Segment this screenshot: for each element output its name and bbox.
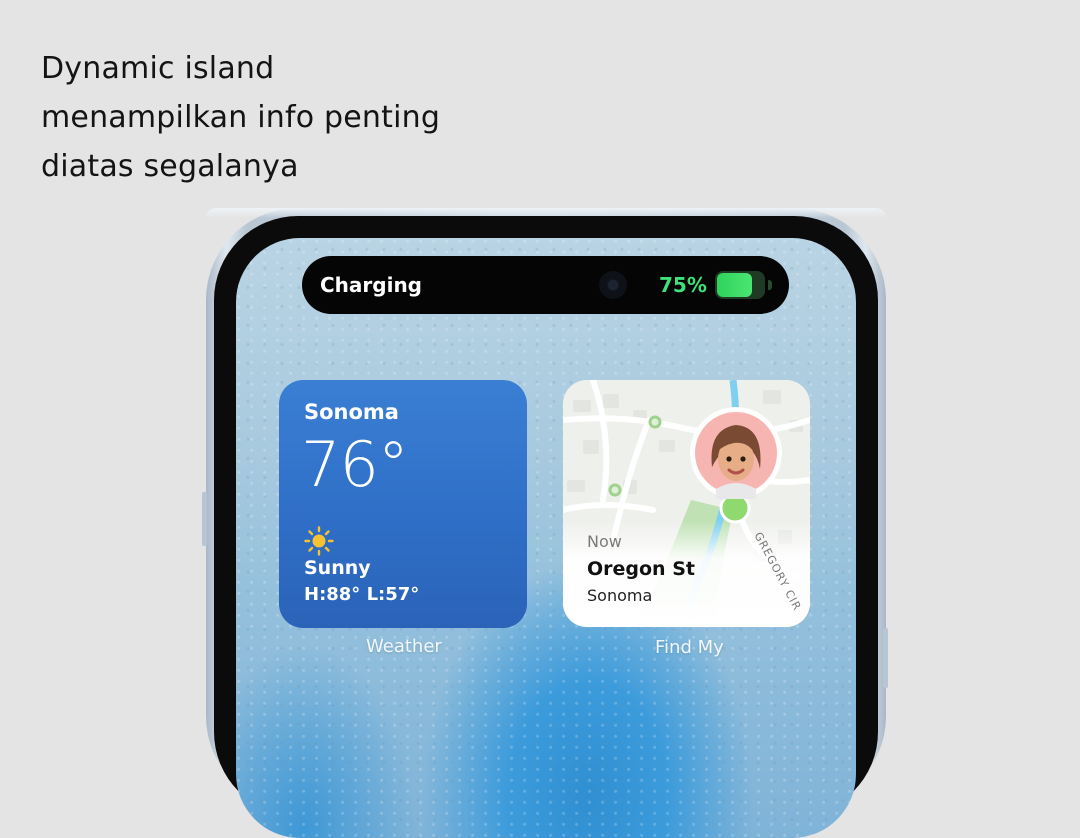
dynamic-island[interactable]: Charging 75% — [302, 256, 789, 314]
location-street: Oregon St — [587, 558, 695, 580]
caption-line-1: Dynamic island — [41, 51, 275, 86]
battery-percentage: 75% — [659, 273, 707, 297]
caption-line-3: diatas segalanya — [41, 149, 299, 184]
weather-widget[interactable]: Sonoma 76° Sunny H:88° L:57° — [279, 380, 527, 628]
location-city: Sonoma — [587, 586, 653, 605]
weather-condition: Sunny — [304, 557, 371, 579]
battery-level-fill — [717, 273, 752, 297]
weather-temperature: 76° — [301, 428, 409, 501]
findmy-widget[interactable]: Now Oregon St Sonoma GREGORY CIR — [563, 380, 810, 627]
findmy-app-label: Find My — [655, 637, 724, 658]
side-button-right — [883, 628, 888, 688]
battery-terminal — [768, 280, 772, 290]
friend-avatar[interactable] — [690, 407, 782, 499]
battery-icon — [715, 271, 765, 299]
charging-status: Charging — [320, 273, 423, 297]
location-time: Now — [587, 532, 622, 551]
caption: Dynamic island menampilkan info penting … — [41, 44, 440, 191]
sun-icon — [304, 526, 334, 556]
weather-high-low: H:88° L:57° — [304, 584, 420, 605]
caption-line-2: menampilkan info penting — [41, 100, 441, 135]
side-button-left — [202, 492, 207, 546]
front-camera-icon — [599, 271, 627, 299]
memoji-avatar-icon — [695, 412, 777, 499]
weather-city: Sonoma — [304, 400, 399, 424]
weather-app-label: Weather — [366, 636, 442, 657]
